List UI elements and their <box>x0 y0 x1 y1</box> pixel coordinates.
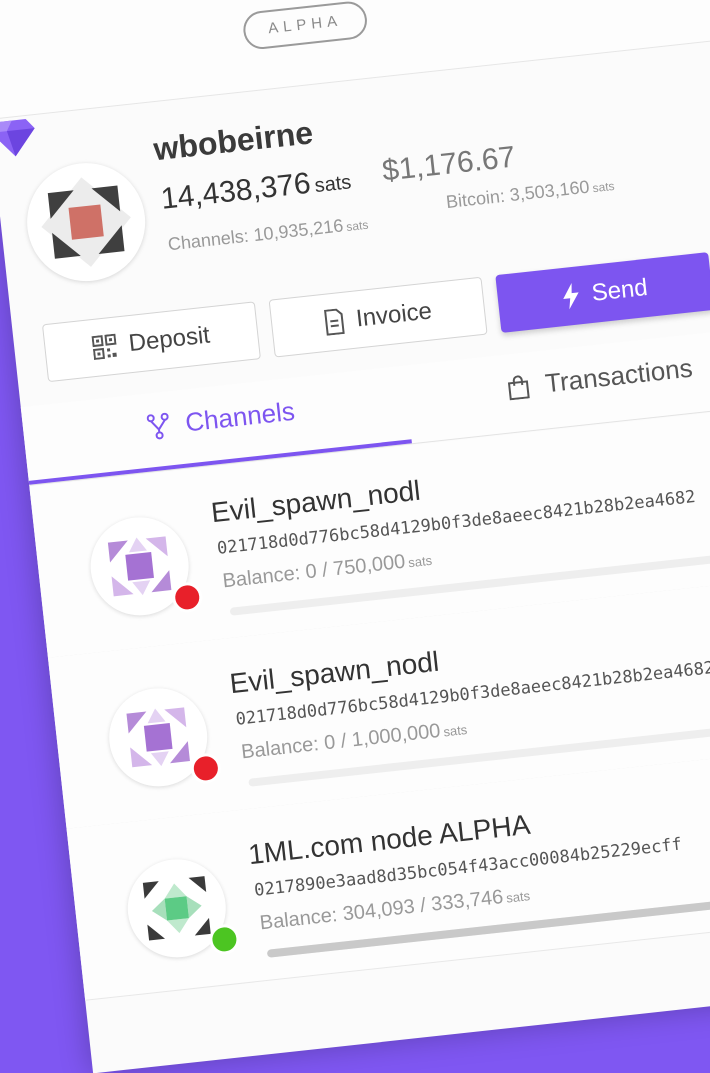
tab-channels-label: Channels <box>183 395 297 438</box>
send-button[interactable]: Send <box>495 252 710 333</box>
fork-icon <box>146 412 169 439</box>
wallet-window: ALPHA wbobeirne 14,438,376sats $1,176.67… <box>0 0 710 1073</box>
send-label: Send <box>590 273 649 307</box>
tab-transactions[interactable]: Transactions <box>506 353 694 404</box>
top-bar: ALPHA <box>0 0 710 120</box>
alpha-badge: ALPHA <box>241 0 369 51</box>
fiat-balance: $1,176.67 <box>380 140 517 188</box>
total-balance: 14,438,376sats <box>159 166 353 216</box>
total-balance-unit: sats <box>313 171 353 198</box>
lightning-icon <box>563 283 579 310</box>
tab-channels[interactable]: Channels <box>146 396 296 443</box>
invoice-label: Invoice <box>354 297 434 333</box>
tab-transactions-label: Transactions <box>543 352 694 399</box>
bitcoin-balance: Bitcoin: 3,503,160sats <box>445 176 616 213</box>
invoice-button[interactable]: Invoice <box>268 276 488 358</box>
channel-balance-fill <box>229 607 231 616</box>
deposit-label: Deposit <box>127 321 212 358</box>
qr-code-icon <box>91 333 118 361</box>
gem-icon <box>0 119 35 157</box>
channel-balance-fill <box>248 778 250 787</box>
shopping-bag-icon <box>507 374 530 400</box>
document-icon <box>323 308 345 336</box>
user-avatar <box>21 157 152 288</box>
channels-balance: Channels: 10,935,216sats <box>166 215 369 255</box>
deposit-button[interactable]: Deposit <box>41 301 261 383</box>
username: wbobeirne <box>151 114 315 168</box>
